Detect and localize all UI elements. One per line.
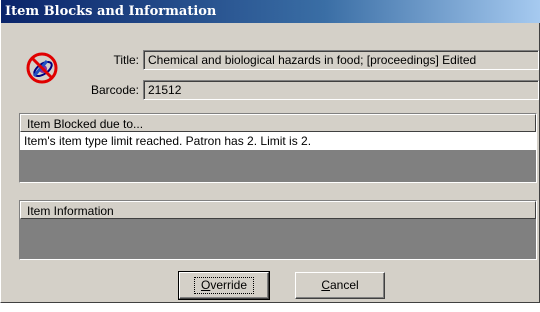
barcode-field: 21512 <box>143 80 539 100</box>
item-blocks-dialog: Item Blocks and Information Title: Chemi… <box>0 0 540 303</box>
item-information-header: Item Information <box>20 201 536 219</box>
item-blocked-panel: Item Blocked due to... Item's item type … <box>19 113 537 183</box>
blocked-item-icon <box>25 51 59 85</box>
item-information-panel: Item Information <box>19 200 537 260</box>
title-field: Chemical and biological hazards in food;… <box>143 50 539 70</box>
dialog-title-bar: Item Blocks and Information <box>1 0 540 23</box>
override-button[interactable]: Override <box>178 271 270 300</box>
title-label: Title: <box>113 53 139 67</box>
dialog-title: Item Blocks and Information <box>5 4 217 19</box>
barcode-label: Barcode: <box>90 83 139 97</box>
item-blocked-header: Item Blocked due to... <box>20 114 536 132</box>
list-item[interactable]: Item's item type limit reached. Patron h… <box>20 132 536 150</box>
cancel-button[interactable]: Cancel <box>295 272 385 299</box>
